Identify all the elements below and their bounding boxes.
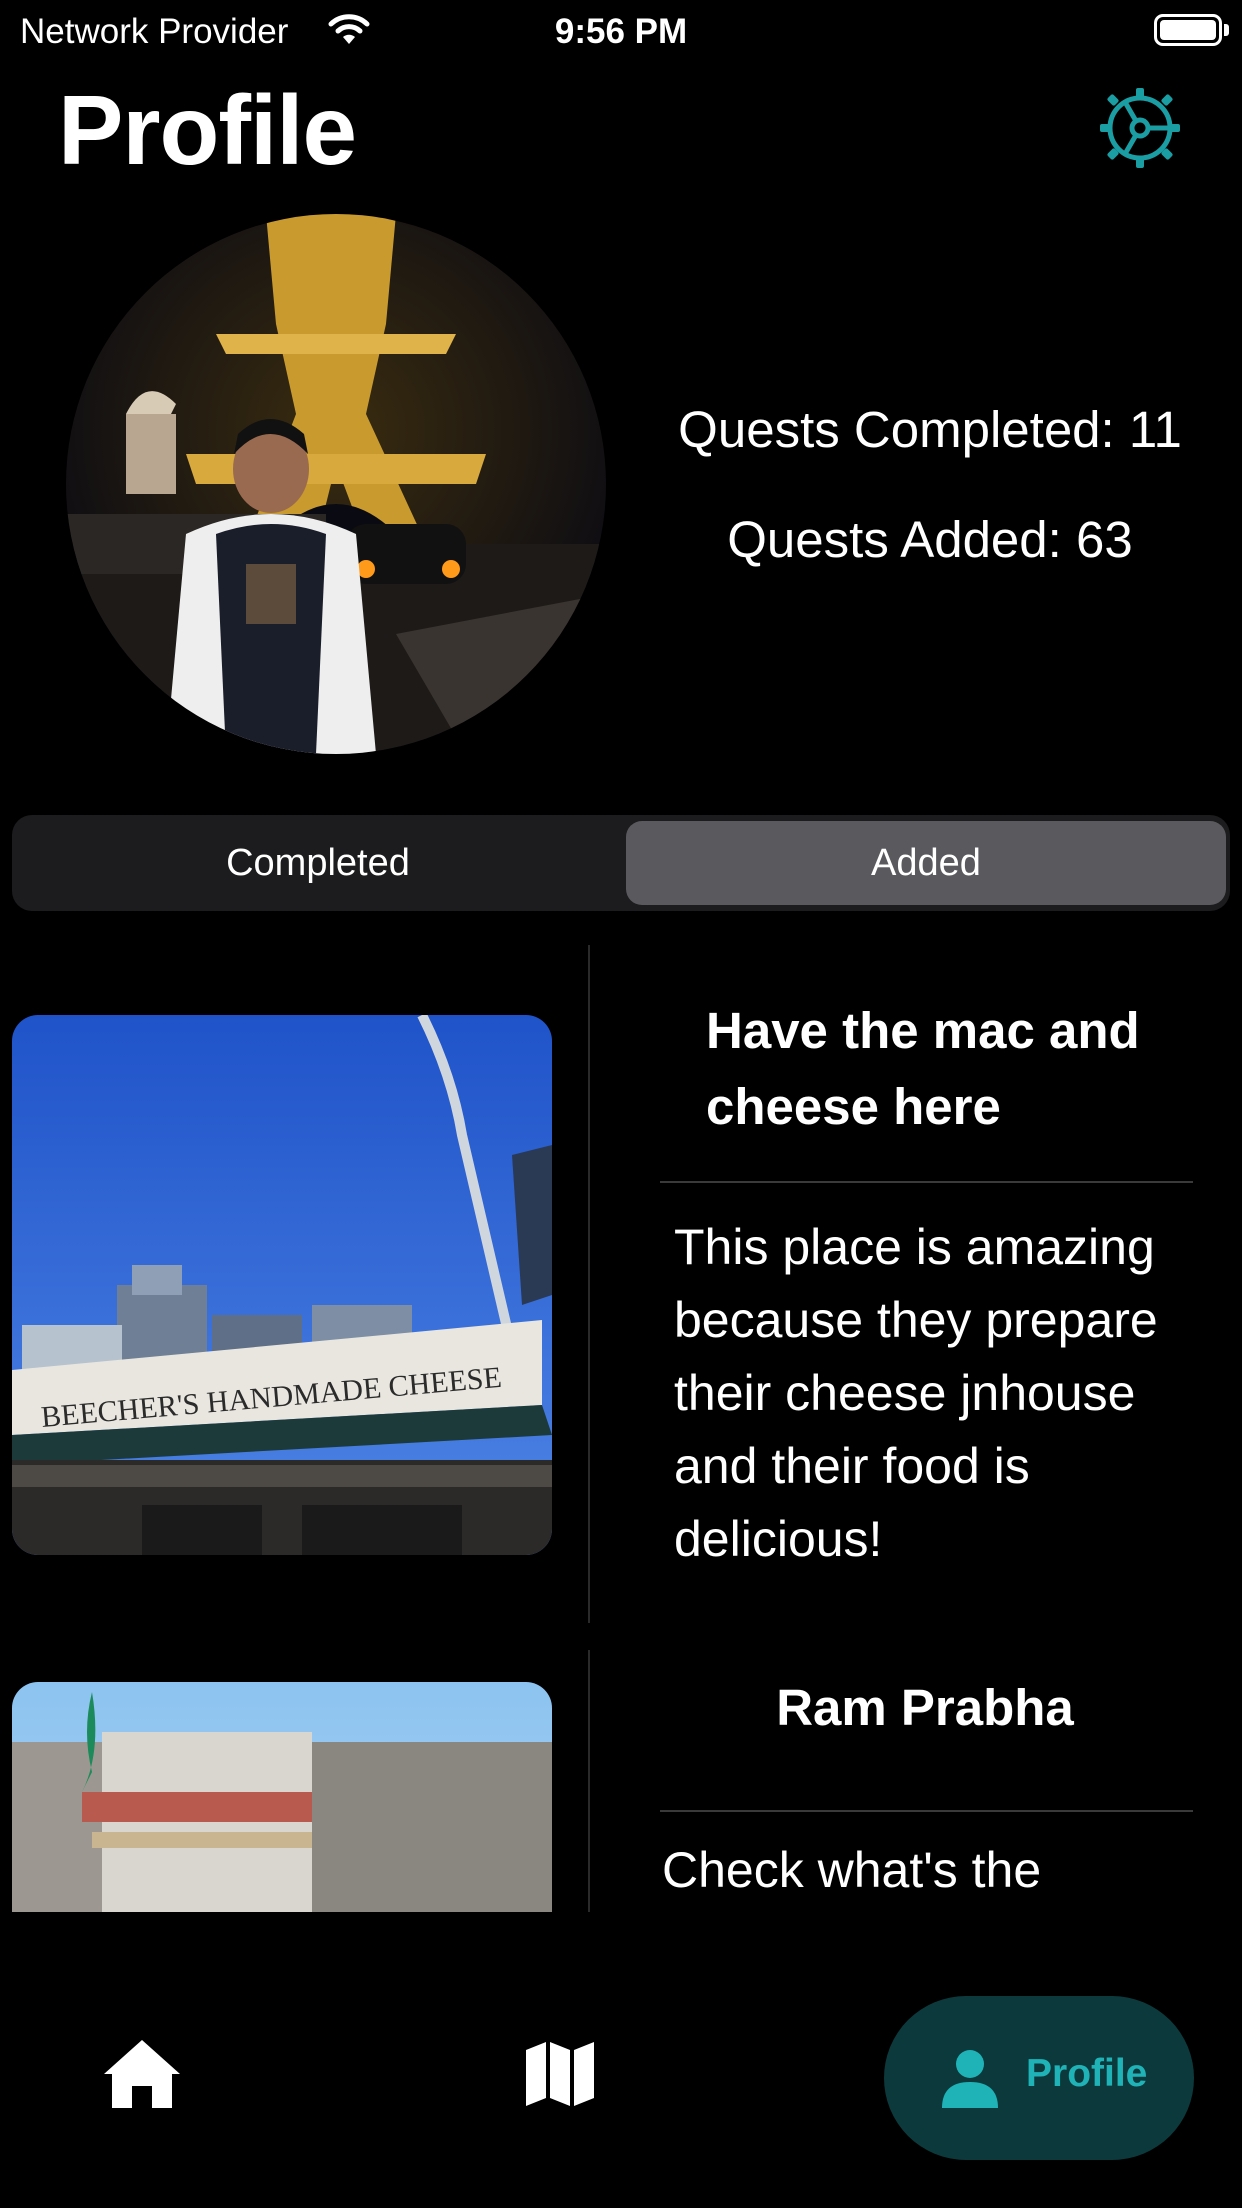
person-icon (942, 2050, 998, 2108)
home-icon[interactable] (100, 2036, 184, 2112)
segment-completed[interactable]: Completed (18, 821, 618, 905)
segmented-control: Completed Added (12, 815, 1230, 911)
vertical-divider (588, 1650, 590, 1912)
list-item[interactable]: Ram Prabha Check what's the (0, 1650, 1242, 1912)
tab-profile-label: Profile (1026, 2052, 1148, 2095)
vertical-divider (588, 945, 590, 1623)
quest-photo: BEECHER'S HANDMADE CHEESE (12, 1015, 552, 1555)
gear-icon[interactable] (1100, 88, 1180, 168)
avatar-photo (66, 214, 606, 754)
quest-title: Ram Prabha (776, 1679, 1074, 1736)
quest-image (12, 1682, 552, 1912)
status-bar: Network Provider 9:56 PM (0, 0, 1242, 62)
quest-description: This place is amazing because they prepa… (674, 1219, 1158, 1567)
status-time: 9:56 PM (554, 12, 688, 51)
title-separator (660, 1810, 1193, 1812)
segment-added[interactable]: Added (626, 821, 1226, 905)
title-separator (660, 1181, 1193, 1183)
list-item[interactable]: BEECHER'S HANDMADE CHEESE Have the mac a… (0, 945, 1242, 1625)
battery-icon (1154, 14, 1222, 46)
avatar (66, 214, 606, 754)
quests-completed-stat: Quests Completed: 11 (678, 401, 1182, 458)
quests-added-stat: Quests Added: 63 (727, 511, 1133, 568)
tab-bar: Profile (0, 1960, 1242, 2208)
quest-list[interactable]: BEECHER'S HANDMADE CHEESE Have the mac a… (0, 945, 1242, 1912)
quest-photo (12, 1682, 552, 1912)
quest-title: Have the mac and cheese here (706, 1002, 1140, 1135)
battery-tip (1224, 24, 1229, 36)
page-title: Profile (58, 75, 357, 185)
quest-image: BEECHER'S HANDMADE CHEESE (12, 1015, 552, 1555)
map-icon[interactable] (524, 2040, 596, 2108)
quest-description: Check what's the (662, 1842, 1042, 1898)
tab-profile[interactable]: Profile (884, 1996, 1194, 2160)
